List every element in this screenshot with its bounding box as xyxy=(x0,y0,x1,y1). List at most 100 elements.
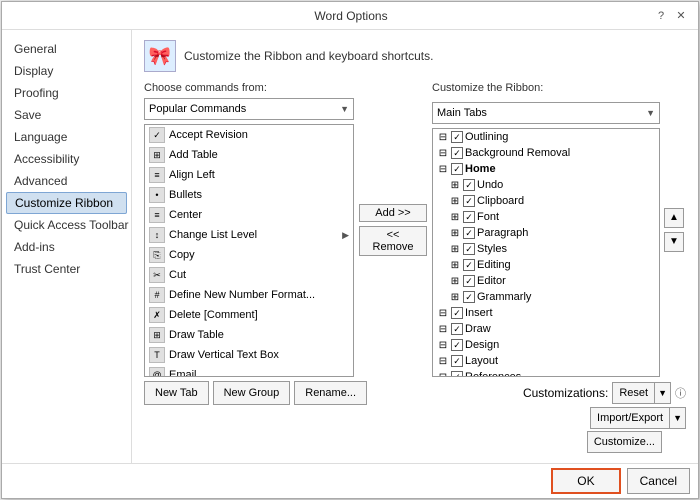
list-item[interactable]: ⊞ ✓ Font xyxy=(433,209,659,225)
list-item[interactable]: ⊟ ✓ Background Removal xyxy=(433,145,659,161)
cmd-label: Bullets xyxy=(169,189,202,201)
expand-icon: ⊟ xyxy=(437,324,449,335)
list-item[interactable]: ⊞ Draw Table xyxy=(145,325,353,345)
help-button[interactable]: ? xyxy=(652,7,670,25)
expand-icon: ⊟ xyxy=(437,164,449,175)
checkbox[interactable]: ✓ xyxy=(451,323,463,335)
rename-button[interactable]: Rename... xyxy=(294,381,367,405)
list-item[interactable]: ⊞ ✓ Styles xyxy=(433,241,659,257)
sidebar-item-add-ins[interactable]: Add-ins xyxy=(2,236,131,258)
checkbox[interactable]: ✓ xyxy=(463,211,475,223)
remove-button[interactable]: << Remove xyxy=(359,226,427,256)
import-export-button[interactable]: Import/Export xyxy=(590,407,669,429)
sidebar-item-display[interactable]: Display xyxy=(2,60,131,82)
list-item[interactable]: ⊟ ✓ Home xyxy=(433,161,659,177)
list-item[interactable]: @ Email xyxy=(145,365,353,377)
new-tab-button[interactable]: New Tab xyxy=(144,381,209,405)
customizations-label: Customizations: xyxy=(523,386,608,400)
rb-label: Undo xyxy=(477,179,655,191)
list-item[interactable]: • Bullets xyxy=(145,185,353,205)
list-item[interactable]: ≡ Align Left xyxy=(145,165,353,185)
cmd-label: Cut xyxy=(169,269,186,281)
checkbox[interactable]: ✓ xyxy=(463,291,475,303)
list-item[interactable]: # Define New Number Format... xyxy=(145,285,353,305)
sidebar-item-quick-access[interactable]: Quick Access Toolbar xyxy=(2,214,131,236)
checkbox[interactable]: ✓ xyxy=(451,339,463,351)
list-item[interactable]: ⊞ ✓ Undo xyxy=(433,177,659,193)
checkbox[interactable]: ✓ xyxy=(451,163,463,175)
list-item[interactable]: ✓ Accept Revision xyxy=(145,125,353,145)
rb-label: Background Removal xyxy=(465,147,655,159)
add-button[interactable]: Add >> xyxy=(359,204,427,222)
dialog-title: Word Options xyxy=(50,9,652,23)
sidebar-item-advanced[interactable]: Advanced xyxy=(2,170,131,192)
commands-list[interactable]: ✓ Accept Revision ⊞ Add Table ≡ Align Le… xyxy=(144,124,354,377)
ribbon-dropdown[interactable]: Main Tabs ▼ xyxy=(432,102,660,124)
sidebar-item-proofing[interactable]: Proofing xyxy=(2,82,131,104)
cmd-icon: ⊞ xyxy=(149,327,165,343)
checkbox[interactable]: ✓ xyxy=(451,371,463,377)
checkbox[interactable]: ✓ xyxy=(451,307,463,319)
ok-button[interactable]: OK xyxy=(551,468,620,494)
list-item[interactable]: ⊞ ✓ Paragraph xyxy=(433,225,659,241)
list-item[interactable]: ⎘ Copy xyxy=(145,245,353,265)
reset-button[interactable]: Reset xyxy=(612,382,654,404)
arrow-icon: ▶ xyxy=(342,230,349,241)
move-down-button[interactable]: ▼ xyxy=(664,232,684,252)
reset-dropdown-button[interactable]: ▼ xyxy=(654,382,671,404)
ribbon-list[interactable]: ⊟ ✓ Outlining ⊟ ✓ Background Removal xyxy=(432,128,660,377)
cmd-icon: ↕ xyxy=(149,227,165,243)
right-column-label: Customize the Ribbon: xyxy=(432,82,543,94)
cancel-button[interactable]: Cancel xyxy=(627,468,690,494)
list-item[interactable]: ⊟ ✓ Outlining xyxy=(433,129,659,145)
ribbon-order-arrows: ▲ ▼ xyxy=(662,82,686,377)
sidebar-item-language[interactable]: Language xyxy=(2,126,131,148)
left-column: Choose commands from: Popular Commands ▼… xyxy=(144,82,354,377)
rb-label: Clipboard xyxy=(477,195,655,207)
expand-icon: ⊟ xyxy=(437,308,449,319)
sidebar-item-general[interactable]: General xyxy=(2,38,131,60)
sidebar-item-trust-center[interactable]: Trust Center xyxy=(2,258,131,280)
checkbox[interactable]: ✓ xyxy=(451,147,463,159)
checkbox[interactable]: ✓ xyxy=(463,179,475,191)
checkbox[interactable]: ✓ xyxy=(451,355,463,367)
list-item[interactable]: ⊟ ✓ Design xyxy=(433,337,659,353)
list-item[interactable]: ⊞ Add Table xyxy=(145,145,353,165)
close-button[interactable]: ✕ xyxy=(672,7,690,25)
import-export-dropdown-button[interactable]: ▼ xyxy=(669,407,686,429)
sidebar-item-accessibility[interactable]: Accessibility xyxy=(2,148,131,170)
word-options-dialog: Word Options ? ✕ General Display Proofin… xyxy=(1,1,699,499)
new-group-button[interactable]: New Group xyxy=(213,381,291,405)
customize-button[interactable]: Customize... xyxy=(587,431,662,453)
sidebar-item-save[interactable]: Save xyxy=(2,104,131,126)
list-item[interactable]: T Draw Vertical Text Box xyxy=(145,345,353,365)
list-item[interactable]: ⊞ ✓ Grammarly xyxy=(433,289,659,305)
list-item[interactable]: ⊞ ✓ Clipboard xyxy=(433,193,659,209)
checkbox[interactable]: ✓ xyxy=(463,275,475,287)
list-item[interactable]: ⊟ ✓ Insert xyxy=(433,305,659,321)
list-item[interactable]: ✂ Cut xyxy=(145,265,353,285)
list-item[interactable]: ⊞ ✓ Editor xyxy=(433,273,659,289)
commands-dropdown[interactable]: Popular Commands ▼ xyxy=(144,98,354,120)
list-item[interactable]: ✗ Delete [Comment] xyxy=(145,305,353,325)
list-item[interactable]: ⊞ ✓ Editing xyxy=(433,257,659,273)
cmd-label: Accept Revision xyxy=(169,129,248,141)
move-up-button[interactable]: ▲ xyxy=(664,208,684,228)
list-item[interactable]: ≡ Center xyxy=(145,205,353,225)
list-item[interactable]: ⊟ ✓ Layout xyxy=(433,353,659,369)
list-item[interactable]: ↕ Change List Level ▶ xyxy=(145,225,353,245)
checkbox[interactable]: ✓ xyxy=(463,227,475,239)
list-item[interactable]: ⊟ ✓ Draw xyxy=(433,321,659,337)
list-item[interactable]: ⊟ ✓ References xyxy=(433,369,659,377)
cmd-icon: # xyxy=(149,287,165,303)
cmd-icon: ✗ xyxy=(149,307,165,323)
cmd-label: Draw Vertical Text Box xyxy=(169,349,279,361)
checkbox[interactable]: ✓ xyxy=(463,259,475,271)
sidebar-item-customize-ribbon[interactable]: Customize Ribbon xyxy=(6,192,127,214)
checkbox[interactable]: ✓ xyxy=(463,195,475,207)
checkbox[interactable]: ✓ xyxy=(451,131,463,143)
title-bar-controls: ? ✕ xyxy=(652,7,690,25)
checkbox[interactable]: ✓ xyxy=(463,243,475,255)
ribbon-icon: 🎀 xyxy=(144,40,176,72)
rb-label: Styles xyxy=(477,243,655,255)
